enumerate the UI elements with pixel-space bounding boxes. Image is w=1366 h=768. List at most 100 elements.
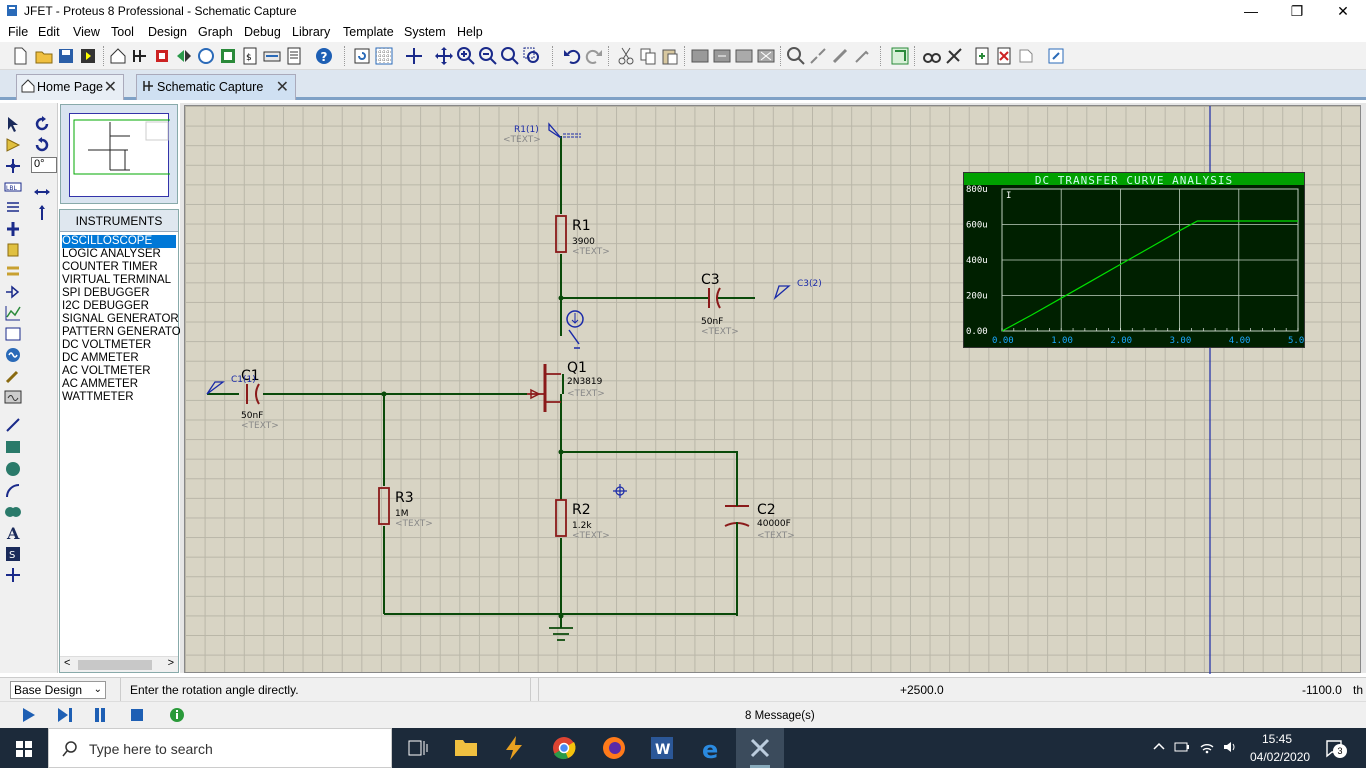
symbol-tool-icon[interactable]: S [4,545,22,563]
mirror-y-icon[interactable] [33,204,51,222]
circle-tool-icon[interactable] [4,460,22,478]
junction-dot-icon[interactable] [4,157,22,175]
buses-icon[interactable] [4,220,22,238]
tab-home-close-button[interactable]: ✕ [104,77,117,97]
voltage-probe-r1[interactable]: R1(1) <TEXT> [503,122,581,145]
mirror-x-icon[interactable] [33,183,51,201]
copy-icon[interactable] [638,46,658,66]
resistor-r2[interactable]: R2 1.2k <TEXT> [555,499,610,541]
open-folder-icon[interactable] [34,46,54,66]
message-count[interactable]: 8 Message(s) [745,710,815,722]
rotation-angle-input[interactable]: 0° [31,157,57,173]
pan-icon[interactable] [434,46,454,66]
component-mode-icon[interactable] [4,136,22,154]
menu-debug[interactable]: Debug [244,25,281,39]
edge-icon[interactable]: e [688,728,736,768]
path-tool-icon[interactable] [4,503,22,521]
wifi-icon[interactable] [1199,739,1215,755]
scrollbar-thumb[interactable] [78,660,152,670]
minimize-button[interactable]: — [1228,0,1274,22]
voltage-probe-c1[interactable]: C1(1) [206,375,256,395]
help-icon[interactable]: ? [314,46,334,66]
grid-toggle-icon[interactable] [374,46,394,66]
design-explorer-icon[interactable] [218,46,238,66]
tab-home-page[interactable]: Home Page ✕ [16,74,124,100]
app-lightning-icon[interactable] [490,728,538,768]
source-code-icon[interactable] [262,46,282,66]
device-pins-icon[interactable] [4,283,22,301]
step-icon[interactable] [57,707,73,723]
wire-label-icon[interactable]: LBL [4,178,22,196]
menu-graph[interactable]: Graph [198,25,233,39]
import-icon[interactable] [78,46,98,66]
dc-transfer-graph[interactable]: DC TRANSFER CURVE ANALYSIS 0.00 1.00 2.00 3… [963,172,1305,348]
pause-icon[interactable] [92,707,108,723]
menu-view[interactable]: View [73,25,100,39]
overview-window[interactable] [60,104,179,204]
pcb-icon[interactable] [152,46,172,66]
volume-icon[interactable] [1222,739,1238,755]
graph-mode-icon[interactable] [4,304,22,322]
origin-icon[interactable] [404,46,424,66]
restore-button[interactable]: ❐ [1274,0,1320,22]
menu-template[interactable]: Template [343,25,394,39]
schematic-editing-window[interactable]: R1(1) <TEXT> R1 3900 <TEXT> C3 50nF <TEX… [184,105,1361,674]
notes-icon[interactable] [284,46,304,66]
rotate-clockwise-icon[interactable] [33,115,51,133]
instrument-wattmeter[interactable]: WATTMETER [62,391,134,404]
instrument-i2c-debugger[interactable]: I2C DEBUGGER [62,300,149,313]
scroll-right-icon[interactable]: > [168,657,174,669]
tape-recorder-icon[interactable] [4,325,22,343]
capacitor-c2[interactable]: C2 40000F <TEXT> [724,500,795,541]
generator-mode-icon[interactable] [4,346,22,364]
arc-tool-icon[interactable] [4,482,22,500]
jfet-q1[interactable]: Q1 2N3819 <TEXT> [527,360,605,412]
redo-icon[interactable] [584,46,604,66]
package-tool-icon[interactable] [830,46,850,66]
play-icon[interactable] [20,707,36,723]
file-explorer-icon[interactable] [442,728,490,768]
chrome-icon[interactable] [540,728,588,768]
cut-icon[interactable] [616,46,636,66]
resistor-r1[interactable]: R1 3900 <TEXT> [555,215,610,257]
block-copy-icon[interactable] [690,46,710,66]
tab-schematic-close-button[interactable]: ✕ [276,77,289,97]
text-script-icon[interactable] [4,199,22,217]
menu-help[interactable]: Help [457,25,483,39]
zoom-out-icon[interactable] [478,46,498,66]
block-rotate-icon[interactable] [734,46,754,66]
refresh-icon[interactable] [352,46,372,66]
current-probe[interactable] [566,310,584,349]
info-icon[interactable] [169,707,185,723]
instrument-logic-analyser[interactable]: LOGIC ANALYSER [62,248,161,261]
close-button[interactable]: ✕ [1320,0,1366,22]
taskbar-search-box[interactable]: Type here to search [48,728,392,768]
remove-sheet-icon[interactable] [994,46,1014,66]
rotate-anticlockwise-icon[interactable] [33,136,51,154]
terminals-icon[interactable] [4,262,22,280]
home-icon[interactable] [108,46,128,66]
instrument-oscilloscope[interactable]: OSCILLOSCOPE [62,235,176,248]
proteus-taskbar-icon[interactable] [736,728,784,768]
decompose-icon[interactable] [852,46,872,66]
paste-icon[interactable] [660,46,680,66]
capacitor-c3[interactable]: C3 50nF <TEXT> [701,272,739,337]
bom-icon[interactable]: $ [240,46,260,66]
box-tool-icon[interactable] [4,438,22,456]
show-hidden-icons-chevron[interactable] [1152,740,1166,754]
battery-icon[interactable] [1174,740,1190,754]
block-delete-icon[interactable] [756,46,776,66]
electrical-rules-icon[interactable] [1046,46,1066,66]
instrument-ac-ammeter[interactable]: AC AMMETER [62,378,138,391]
tab-schematic-capture[interactable]: Schematic Capture ✕ [136,74,296,100]
zoom-area-icon[interactable] [522,46,542,66]
wire-autorouter-icon[interactable] [890,46,910,66]
clock-date[interactable]: 04/02/2020 [1250,750,1310,764]
menu-file[interactable]: File [8,25,28,39]
new-file-icon[interactable] [10,46,30,66]
pick-device-icon[interactable] [786,46,806,66]
word-icon[interactable]: W [638,728,686,768]
undo-icon[interactable] [562,46,582,66]
instrument-virtual-terminal[interactable]: VIRTUAL TERMINAL [62,274,171,287]
save-icon[interactable] [56,46,76,66]
